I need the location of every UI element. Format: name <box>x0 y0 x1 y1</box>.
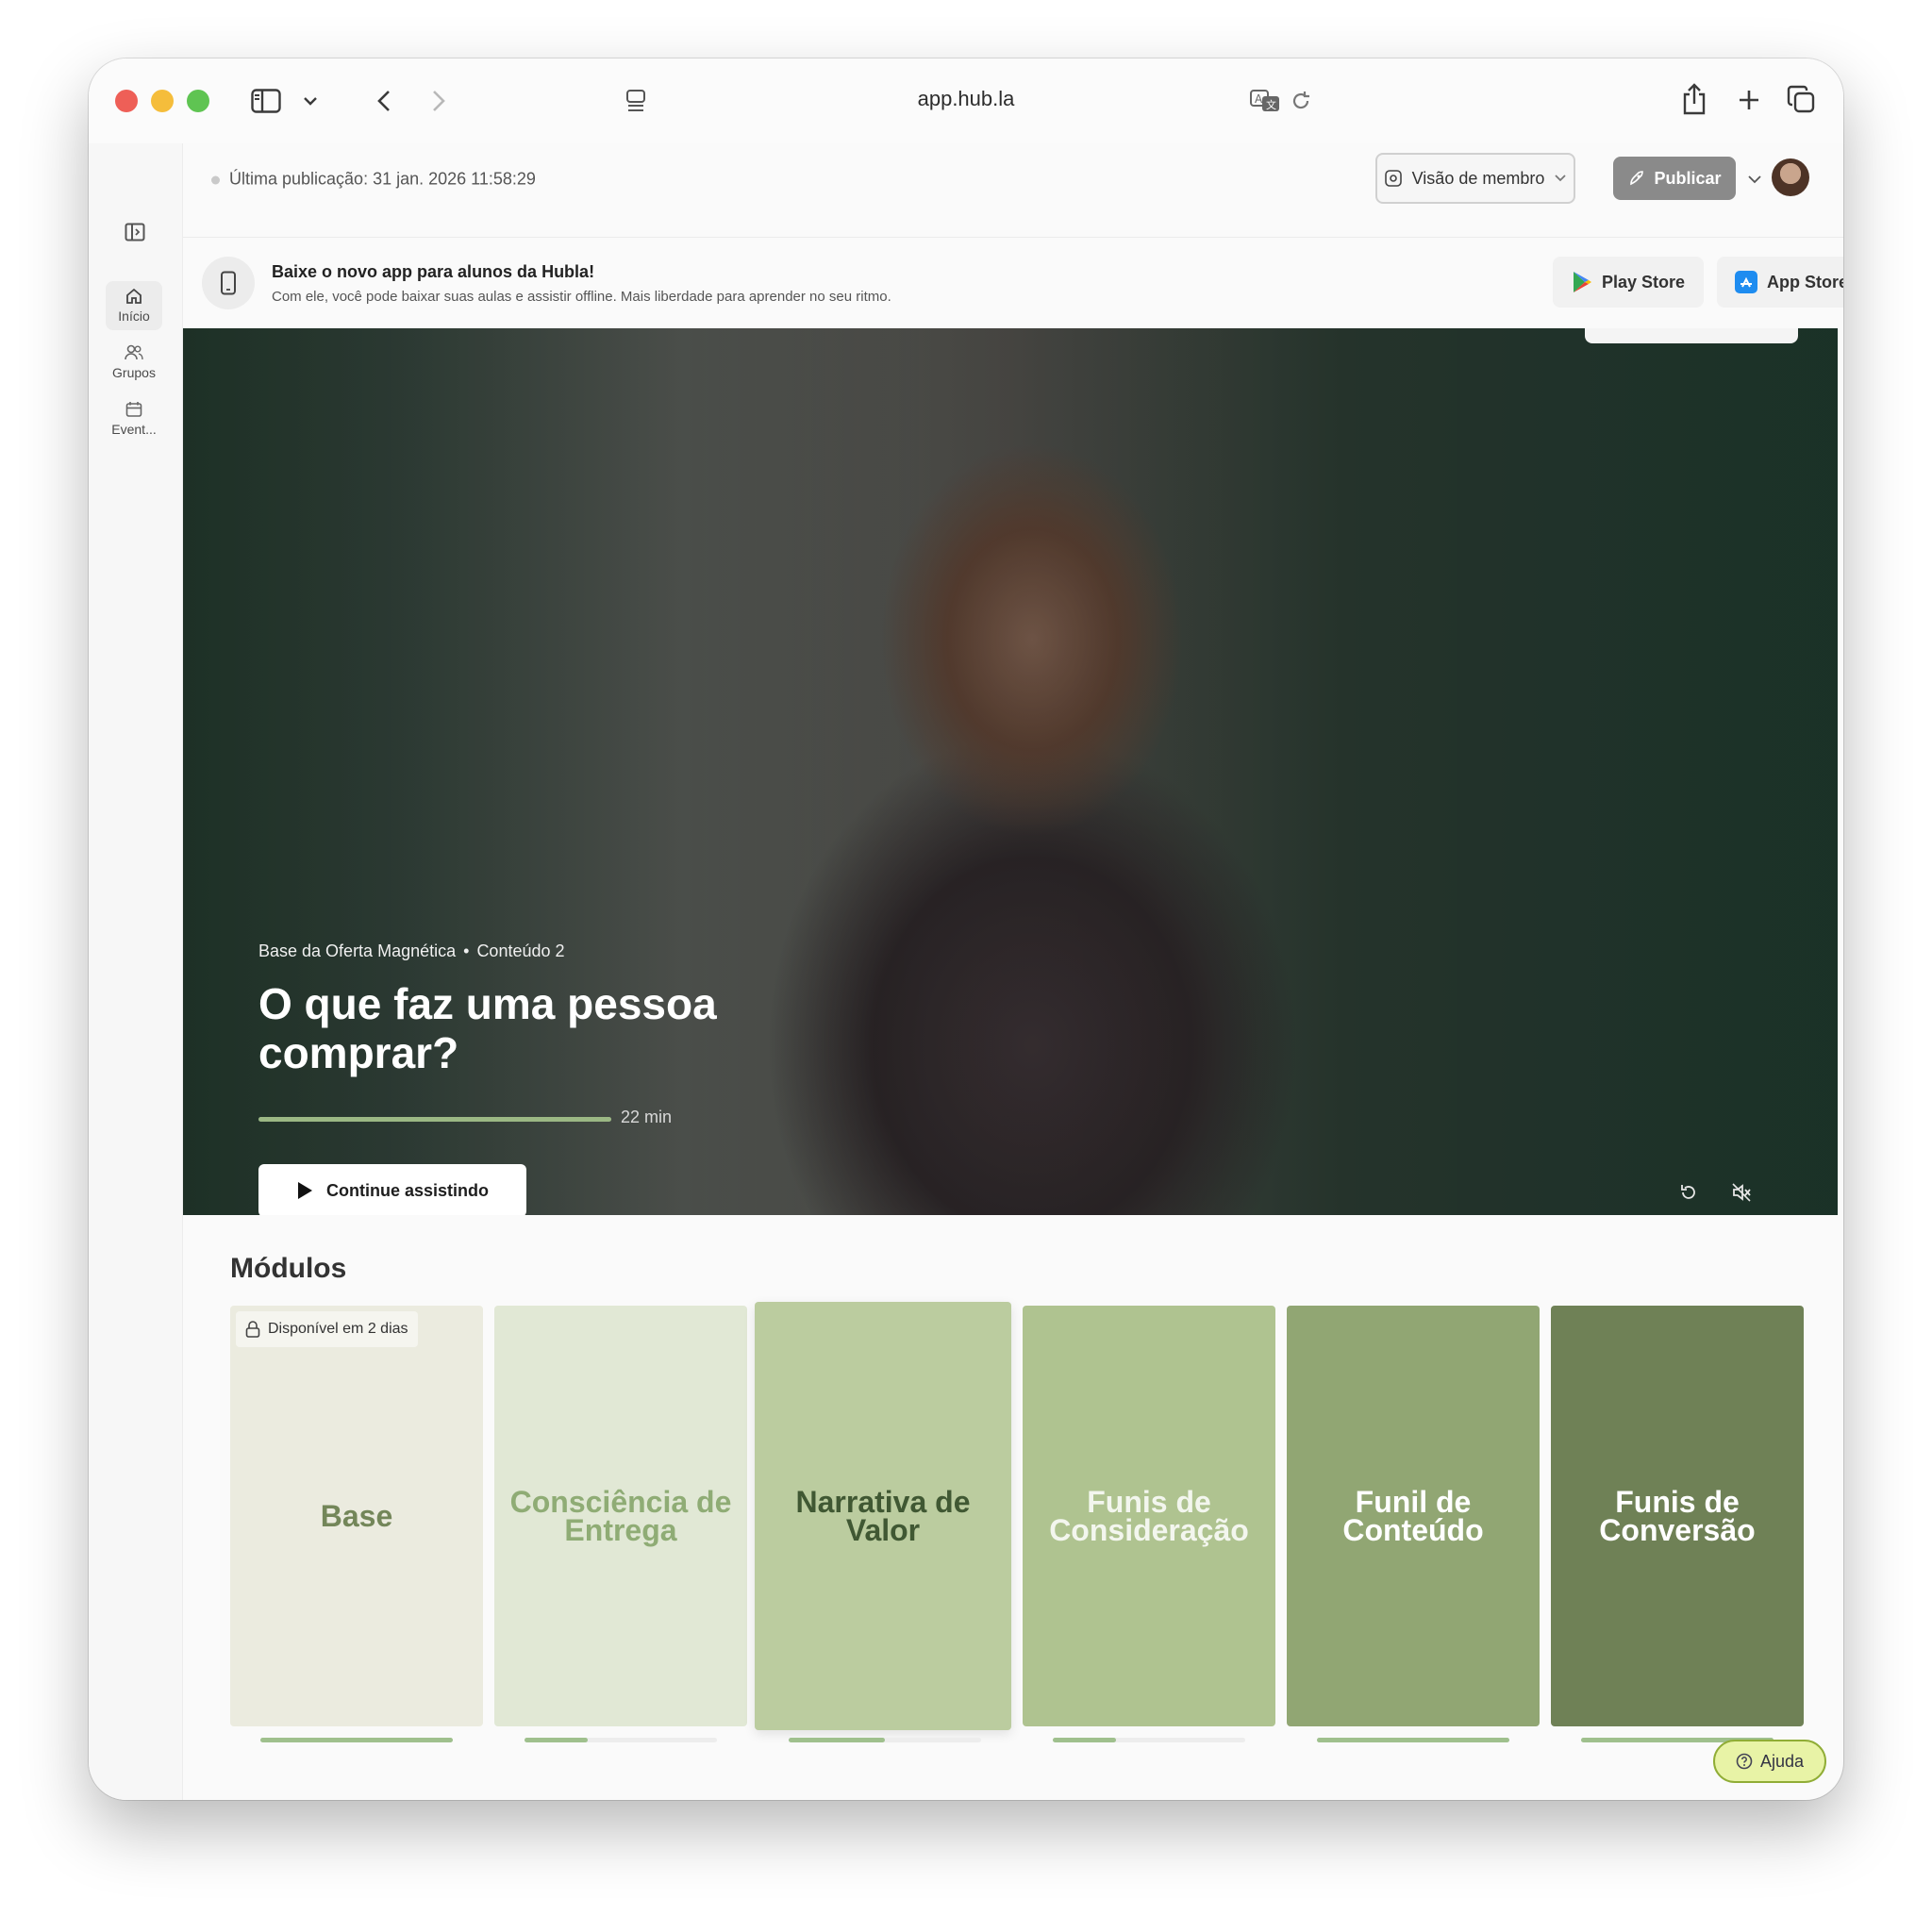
hero-video[interactable]: Base da Oferta Magnética • Conteúdo 2 O qu… <box>183 328 1838 1215</box>
replay-icon[interactable] <box>1674 1177 1704 1208</box>
translate-icon[interactable]: A文 <box>1249 87 1281 115</box>
hero-course: Base da Oferta Magnética <box>258 941 457 960</box>
member-view-dropdown[interactable]: Visão de membro <box>1375 153 1575 204</box>
phone-icon <box>202 257 255 309</box>
module-card[interactable]: Base <box>230 1306 483 1726</box>
module-progress-bar <box>789 1738 981 1742</box>
status-dot <box>211 175 220 185</box>
play-store-icon <box>1573 272 1591 292</box>
panel-toggle-icon[interactable] <box>125 223 147 243</box>
publish-options-chevron-icon[interactable] <box>1747 172 1764 185</box>
continue-watching-label: Continue assistindo <box>325 1180 489 1200</box>
help-label: Ajuda <box>1759 1751 1805 1771</box>
hero-overlay <box>183 328 1838 1215</box>
last-publication-label: Última publicação: 31 jan. 2026 11:58:29 <box>229 169 536 189</box>
play-store-button[interactable]: Play Store <box>1553 257 1704 308</box>
module-card[interactable]: Funis de Consideração <box>1023 1306 1275 1726</box>
module-title: Funis de Consideração <box>1049 1485 1249 1547</box>
tab-overview-icon[interactable] <box>1785 83 1817 115</box>
module-card[interactable]: Narrativa de Valor <box>755 1302 1011 1730</box>
module-title: Funil de Conteúdo <box>1342 1485 1484 1547</box>
module-progress-bar <box>1317 1738 1509 1742</box>
rail-item-inicio[interactable]: Início <box>106 281 162 330</box>
mute-icon[interactable] <box>1726 1177 1757 1208</box>
banner-subtitle: Com ele, você pode baixar suas aulas e a… <box>272 289 891 305</box>
module-title: Narrativa de Valor <box>795 1485 971 1547</box>
hero-separator: • <box>463 941 470 960</box>
reload-icon[interactable] <box>1287 87 1315 115</box>
module-card[interactable]: Consciência de Entrega <box>494 1306 747 1726</box>
hero-title: O que faz uma pessoa comprar? <box>258 979 717 1077</box>
publish-label: Publicar <box>1654 168 1722 188</box>
share-icon[interactable] <box>1679 81 1709 117</box>
lock-badge: Disponível em 2 dias <box>236 1311 418 1347</box>
module-progress-fill <box>260 1738 453 1742</box>
lock-badge-label: Disponível em 2 dias <box>268 1321 408 1337</box>
browser-toolbar: app.hub.la A文 <box>89 58 1843 143</box>
module-progress-bar <box>525 1738 717 1742</box>
eye-icon <box>1384 170 1402 187</box>
status-bar <box>183 143 1843 238</box>
svg-text:文: 文 <box>1266 98 1276 111</box>
rail-item-label: Início <box>118 308 150 324</box>
avatar[interactable] <box>1772 158 1809 196</box>
app-download-banner: Baixe o novo app para alunos da Hubla! C… <box>183 238 1843 328</box>
new-tab-icon[interactable] <box>1734 85 1764 115</box>
module-title: Funis de Conversão <box>1599 1485 1756 1547</box>
hero-content: Conteúdo 2 <box>476 941 565 960</box>
play-icon <box>297 1182 312 1199</box>
module-progress-fill <box>525 1738 589 1742</box>
help-icon <box>1736 1753 1753 1770</box>
hero-progress-bar <box>258 1117 611 1122</box>
calendar-icon <box>125 402 142 417</box>
module-title: Base <box>320 1499 393 1533</box>
play-store-label: Play Store <box>1601 272 1686 292</box>
rail-item-label: Event... <box>111 422 157 437</box>
last-publication-text: Última publicação: 31 jan. 2026 11:58:29 <box>211 170 536 190</box>
banner-title: Baixe o novo app para alunos da Hubla! <box>272 262 595 281</box>
browser-window: app.hub.la A文 Início Grupos Event... Últ… <box>89 58 1843 1800</box>
module-progress-bar <box>260 1738 453 1742</box>
hero-top-card <box>1585 328 1798 343</box>
rail-item-label: Grupos <box>112 365 156 380</box>
home-icon <box>126 288 142 304</box>
member-view-label: Visão de membro <box>1411 168 1545 188</box>
hero-progress-fill <box>258 1117 611 1122</box>
publish-button[interactable]: Publicar <box>1613 157 1736 200</box>
help-button[interactable]: Ajuda <box>1713 1740 1826 1783</box>
app-store-button[interactable]: App Store <box>1717 257 1843 308</box>
lock-icon <box>245 1321 260 1338</box>
continue-watching-button[interactable]: Continue assistindo <box>258 1164 526 1215</box>
module-card[interactable]: Funis de Conversão <box>1551 1306 1804 1726</box>
hero-breadcrumb: Base da Oferta Magnética • Conteúdo 2 <box>258 941 565 961</box>
module-progress-bar <box>1053 1738 1245 1742</box>
address-bar[interactable]: app.hub.la <box>89 87 1843 111</box>
module-progress-fill <box>1053 1738 1117 1742</box>
left-rail: Início Grupos Event... <box>89 143 183 1800</box>
users-icon <box>125 344 143 360</box>
chevron-down-icon <box>1555 175 1567 182</box>
module-progress-fill <box>1317 1738 1509 1742</box>
rail-item-eventos[interactable]: Event... <box>106 394 162 443</box>
module-card[interactable]: Funil de Conteúdo <box>1287 1306 1540 1726</box>
svg-text:A: A <box>1255 92 1263 106</box>
hero-duration: 22 min <box>621 1108 673 1126</box>
modules-heading: Módulos <box>230 1253 347 1284</box>
module-progress-fill <box>789 1738 885 1742</box>
module-title: Consciência de Entrega <box>509 1485 732 1547</box>
rocket-icon <box>1630 171 1644 186</box>
app-store-label: App Store <box>1766 272 1843 292</box>
app-store-icon <box>1734 271 1757 293</box>
rail-item-grupos[interactable]: Grupos <box>106 338 162 387</box>
